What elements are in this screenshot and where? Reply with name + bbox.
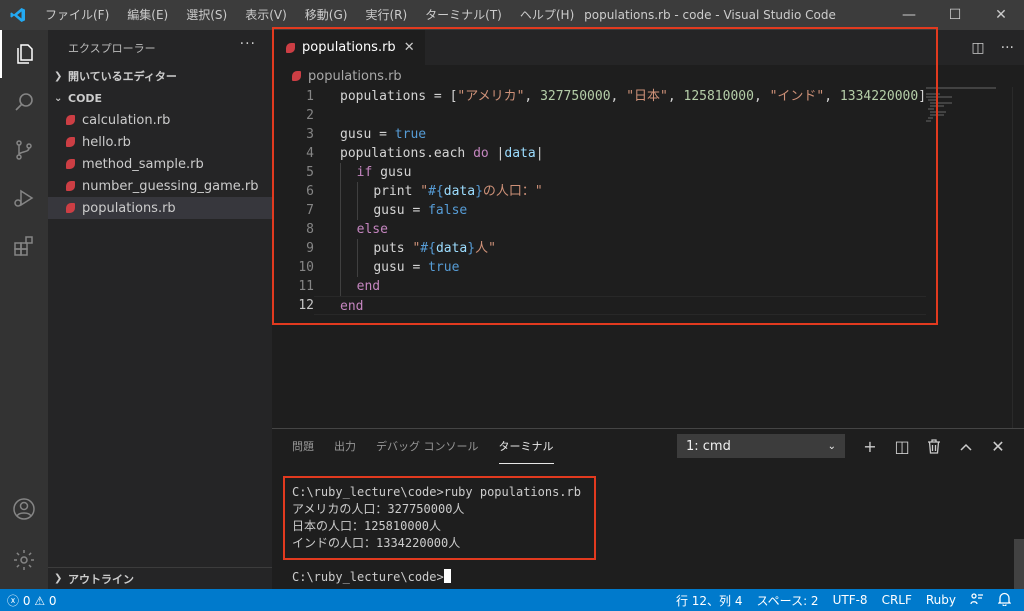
close-window-button[interactable]: ✕ — [978, 0, 1024, 30]
problems-status[interactable]: ⓧ 0 ⚠ 0 — [0, 592, 64, 609]
settings-gear-icon[interactable] — [0, 536, 48, 584]
title-bar: ファイル(F) 編集(E) 選択(S) 表示(V) 移動(G) 実行(R) ター… — [0, 0, 1024, 30]
outline-label: アウトライン — [68, 572, 134, 586]
encoding[interactable]: UTF-8 — [826, 593, 875, 607]
ruby-file-icon — [66, 203, 75, 213]
new-terminal-icon[interactable]: + — [854, 429, 886, 464]
search-icon[interactable] — [0, 78, 48, 126]
explorer-icon[interactable] — [0, 30, 48, 78]
tab-debug-console[interactable]: デバッグ コンソール — [376, 429, 479, 464]
menu-bar: ファイル(F) 編集(E) 選択(S) 表示(V) 移動(G) 実行(R) ター… — [36, 0, 583, 30]
close-panel-icon[interactable]: ✕ — [982, 429, 1014, 464]
cursor-position[interactable]: 行 12、列 4 — [669, 592, 750, 609]
language-mode[interactable]: Ruby — [919, 593, 963, 607]
end-of-line[interactable]: CRLF — [875, 593, 919, 607]
maximize-button[interactable]: ☐ — [932, 0, 978, 30]
window-title: populations.rb - code - Visual Studio Co… — [584, 8, 836, 22]
account-icon[interactable] — [0, 485, 48, 533]
chevron-down-icon: ⌄ — [54, 92, 63, 104]
file-label: hello.rb — [82, 134, 131, 150]
file-label: method_sample.rb — [82, 156, 204, 172]
feedback-icon[interactable] — [963, 592, 991, 609]
file-item-hello[interactable]: hello.rb — [48, 131, 272, 153]
menu-terminal[interactable]: ターミナル(T) — [416, 0, 511, 30]
open-editors-label: 開いているエディター — [68, 70, 177, 83]
terminal-prompt: C:\ruby_lecture\code> — [292, 570, 444, 584]
terminal-select[interactable]: 1: cmd ⌄ — [677, 434, 845, 458]
file-item-number-guessing-game[interactable]: number_guessing_game.rb — [48, 175, 272, 197]
file-item-method-sample[interactable]: method_sample.rb — [48, 153, 272, 175]
ruby-file-icon — [66, 181, 75, 191]
more-actions-icon[interactable]: ··· — [240, 36, 256, 52]
sidebar-title: エクスプローラー ··· — [48, 30, 272, 65]
file-label: calculation.rb — [82, 112, 171, 128]
run-debug-icon[interactable] — [0, 174, 48, 222]
file-item-calculation[interactable]: calculation.rb — [48, 109, 272, 131]
source-control-icon[interactable] — [0, 126, 48, 174]
open-editors-section[interactable]: ❯ 開いているエディター — [48, 65, 272, 87]
chevron-right-icon: ❯ — [54, 573, 63, 584]
sidebar-title-label: エクスプローラー — [68, 41, 156, 55]
warning-icon: ⚠ — [34, 593, 46, 608]
split-editor-icon[interactable]: ◫ — [971, 40, 984, 56]
more-actions-icon[interactable]: ··· — [1001, 40, 1014, 56]
notifications-bell-icon[interactable] — [991, 592, 1018, 609]
error-icon: ⓧ — [7, 593, 20, 608]
minimize-button[interactable]: — — [886, 0, 932, 30]
maximize-panel-icon[interactable] — [950, 429, 982, 464]
terminal-scrollbar[interactable] — [1014, 539, 1024, 589]
ruby-file-icon — [66, 137, 75, 147]
editor-highlight-box — [272, 27, 938, 325]
terminal-cursor — [443, 569, 451, 583]
menu-go[interactable]: 移動(G) — [296, 0, 357, 30]
minimap[interactable] — [926, 87, 1012, 428]
menu-selection[interactable]: 選択(S) — [177, 0, 236, 30]
activity-bar — [0, 30, 48, 589]
tab-terminal[interactable]: ターミナル — [498, 429, 554, 464]
tab-output[interactable]: 出力 — [334, 429, 356, 464]
warning-count: 0 — [48, 593, 57, 608]
editor-actions: ◫ ··· — [955, 30, 1014, 65]
file-label: populations.rb — [82, 200, 176, 216]
status-bar: ⓧ 0 ⚠ 0 行 12、列 4 スペース: 2 UTF-8 CRLF Ruby — [0, 589, 1024, 611]
menu-view[interactable]: 表示(V) — [236, 0, 296, 30]
chevron-right-icon: ❯ — [54, 70, 63, 82]
terminal-prompt-line: C:\ruby_lecture\code> — [292, 569, 581, 586]
kill-terminal-icon[interactable] — [918, 429, 950, 464]
split-terminal-icon[interactable]: ◫ — [886, 429, 918, 464]
vscode-logo-icon — [0, 0, 36, 30]
terminal-highlight-box — [283, 476, 596, 560]
extensions-icon[interactable] — [0, 222, 48, 270]
error-count: 0 — [22, 593, 31, 608]
ruby-file-icon — [66, 115, 75, 125]
editor-scrollbar[interactable] — [1012, 87, 1024, 428]
chevron-down-icon: ⌄ — [827, 440, 836, 452]
tab-problems[interactable]: 問題 — [292, 429, 314, 464]
folder-label: CODE — [68, 91, 103, 105]
menu-edit[interactable]: 編集(E) — [118, 0, 177, 30]
status-right: 行 12、列 4 スペース: 2 UTF-8 CRLF Ruby — [669, 589, 1018, 611]
menu-file[interactable]: ファイル(F) — [36, 0, 118, 30]
terminal-select-value: 1: cmd — [686, 438, 731, 454]
folder-section[interactable]: ⌄ CODE — [48, 87, 272, 109]
indentation[interactable]: スペース: 2 — [750, 592, 826, 609]
explorer-sidebar: エクスプローラー ··· ❯ 開いているエディター ⌄ CODE calcula… — [48, 30, 272, 589]
menu-run[interactable]: 実行(R) — [356, 0, 416, 30]
file-label: number_guessing_game.rb — [82, 178, 259, 194]
outline-section[interactable]: ❯ アウトライン — [48, 567, 272, 589]
file-item-populations[interactable]: populations.rb — [48, 197, 272, 219]
ruby-file-icon — [66, 159, 75, 169]
